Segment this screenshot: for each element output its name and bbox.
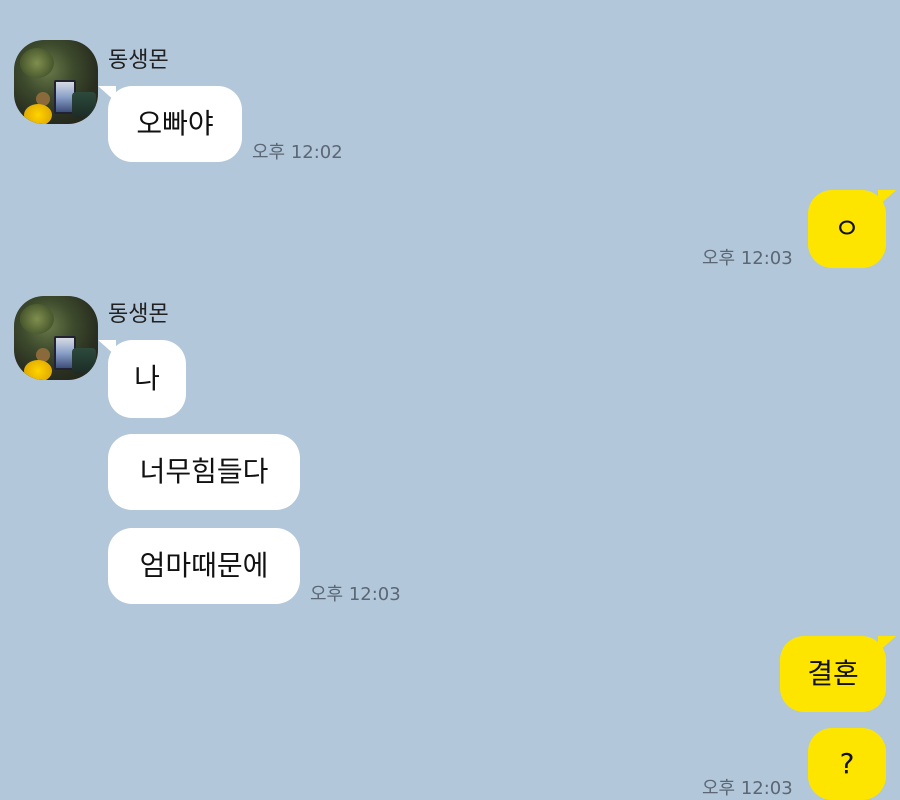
avatar-shelf [72, 348, 96, 374]
message-time: 오후 12:03 [310, 584, 401, 605]
message-bubble[interactable]: 너무힘들다 [108, 434, 300, 510]
message-time: 오후 12:03 [702, 778, 793, 799]
message-bubble[interactable]: 나 [98, 340, 186, 418]
sender-avatar[interactable] [14, 296, 98, 380]
avatar-plant [20, 48, 54, 78]
avatar-plant [20, 304, 54, 334]
message-bubble-outgoing[interactable]: ㅇ [808, 190, 896, 268]
bubble-tail [878, 636, 896, 652]
avatar-cup [24, 104, 52, 124]
message-text: 너무힘들다 [139, 455, 269, 488]
message-text: ? [839, 747, 855, 780]
bubble-tail [878, 190, 896, 206]
message-text: 나 [134, 362, 160, 395]
message-bubble[interactable]: 오빠야 [98, 86, 242, 162]
message-time: 오후 12:03 [702, 248, 793, 269]
message-bubble-outgoing[interactable]: ? [808, 728, 886, 800]
message-text: 결혼 [807, 657, 859, 690]
avatar-cup [24, 360, 52, 380]
message-time: 오후 12:02 [252, 142, 343, 163]
message-text: 엄마때문에 [139, 549, 269, 582]
message-bubble-outgoing[interactable]: 결혼 [780, 636, 896, 712]
message-bubble[interactable]: 엄마때문에 [108, 528, 300, 604]
message-text: 오빠야 [136, 107, 214, 140]
avatar-shelf [72, 92, 96, 118]
sender-name: 동생몬 [108, 48, 169, 73]
sender-name: 동생몬 [108, 302, 169, 327]
message-text: ㅇ [834, 212, 860, 245]
sender-avatar[interactable] [14, 40, 98, 124]
bubble-tail [98, 86, 116, 102]
bubble-tail [98, 340, 116, 356]
